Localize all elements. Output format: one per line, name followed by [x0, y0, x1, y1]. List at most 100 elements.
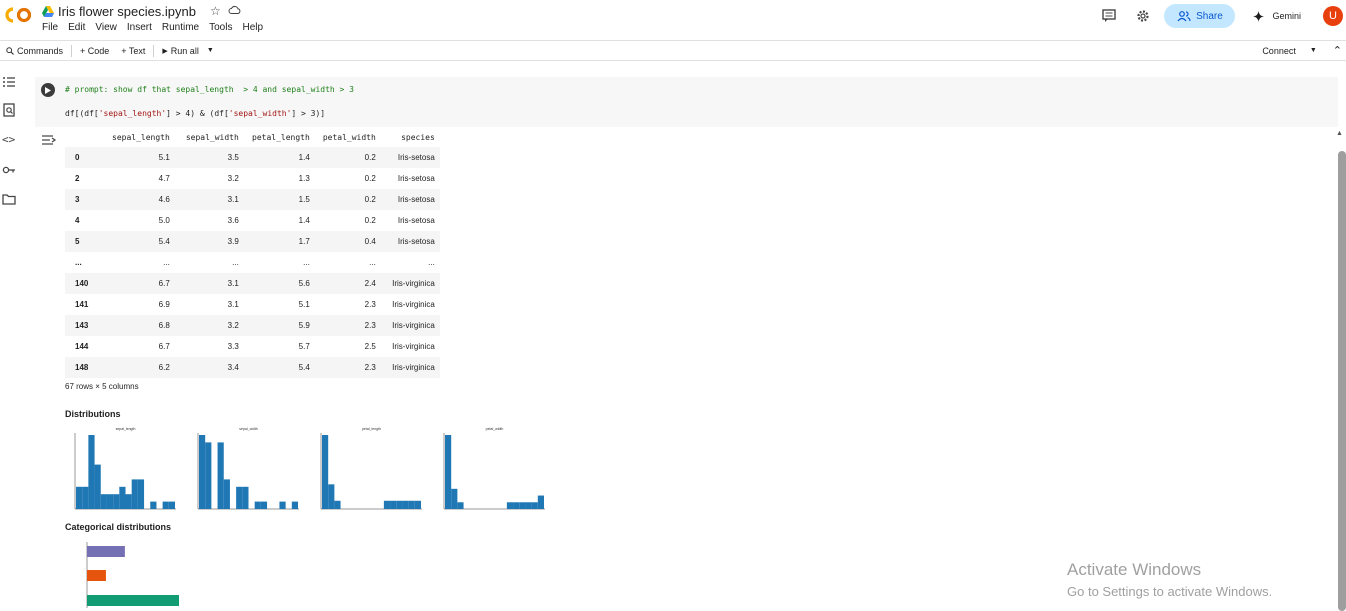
- species-bar: [87, 570, 106, 581]
- chevron-down-icon[interactable]: ▼: [207, 47, 214, 54]
- run-all-label: Run all: [170, 45, 199, 56]
- histogram-bar: [236, 486, 243, 509]
- add-code-button[interactable]: + Code: [74, 46, 115, 56]
- connect-button[interactable]: Connect: [1262, 46, 1296, 56]
- vertical-scrollbar[interactable]: ▲: [1336, 130, 1346, 611]
- find-replace-icon[interactable]: [2, 103, 16, 117]
- table-row: 140 6.7 3.1 5.6 2.4 Iris-virginica: [65, 273, 440, 294]
- star-icon[interactable]: ☆: [210, 4, 221, 18]
- table-cell: ...: [369, 258, 376, 267]
- menu-runtime[interactable]: Runtime: [162, 22, 199, 33]
- histogram-sepal-length[interactable]: sepal_length: [65, 425, 178, 516]
- table-cell: 0.2: [364, 153, 376, 162]
- histogram-bar: [525, 502, 532, 509]
- chevron-down-icon[interactable]: ▼: [1310, 47, 1317, 54]
- avatar[interactable]: U: [1323, 6, 1343, 26]
- categorical-distributions-title: Categorical distributions: [65, 522, 172, 532]
- histogram-title: petal_length: [362, 427, 381, 431]
- share-people-icon: [1177, 10, 1191, 21]
- search-icon: [6, 46, 14, 55]
- histogram-petal-width[interactable]: petal_width: [434, 425, 547, 516]
- histogram-axis: [443, 433, 545, 510]
- menu-tools[interactable]: Tools: [209, 22, 232, 33]
- row-index: 3: [75, 195, 80, 204]
- column-header: species: [401, 132, 435, 142]
- colab-logo[interactable]: [5, 6, 33, 24]
- menu-file[interactable]: File: [42, 22, 58, 33]
- table-cell: 5.9: [298, 321, 310, 330]
- output-actions-icon[interactable]: [41, 133, 57, 147]
- table-cell: 0.2: [364, 216, 376, 225]
- row-index: 4: [75, 216, 80, 225]
- histogram-petal-length[interactable]: petal_length: [311, 425, 424, 516]
- table-row: 143 6.8 3.2 5.9 2.3 Iris-virginica: [65, 315, 440, 336]
- gemini-button[interactable]: Gemini: [1253, 10, 1301, 22]
- table-cell: ...: [163, 258, 170, 267]
- table-cell: 1.7: [298, 237, 310, 246]
- table-cell: 1.5: [298, 195, 310, 204]
- table-cell: Iris-setosa: [397, 174, 435, 183]
- histogram-bar: [408, 500, 415, 509]
- add-text-button[interactable]: + Text: [115, 46, 151, 56]
- table-cell: Iris-virginica: [392, 279, 435, 288]
- table-cell: 3.6: [227, 216, 239, 225]
- histogram-bar: [82, 486, 89, 509]
- menu-insert[interactable]: Insert: [127, 22, 152, 33]
- gear-icon[interactable]: [1132, 5, 1154, 27]
- menu-edit[interactable]: Edit: [68, 22, 85, 33]
- histogram-title: petal_width: [486, 427, 504, 431]
- table-cell: 3.2: [227, 321, 239, 330]
- activate-title: Activate Windows: [1067, 560, 1202, 579]
- histogram-bar: [291, 501, 298, 509]
- code-string: 'sepal_length': [98, 109, 167, 118]
- histogram-bar: [217, 442, 224, 509]
- run-cell-button[interactable]: [41, 83, 55, 97]
- share-button[interactable]: Share: [1164, 4, 1236, 28]
- histogram-bar: [150, 501, 157, 509]
- table-cell: ...: [303, 258, 310, 267]
- histogram-title: sepal_width: [239, 427, 258, 431]
- code-token: ] > 4) & (df[: [166, 109, 229, 118]
- folder-icon[interactable]: [2, 192, 16, 206]
- table-of-contents-icon[interactable]: [2, 75, 16, 89]
- table-row: 5 5.4 3.9 1.7 0.4 Iris-setosa: [65, 231, 440, 252]
- table-cell: 3.5: [227, 153, 239, 162]
- activate-subtitle: Go to Settings to activate Windows.: [1067, 584, 1273, 599]
- row-index: 140: [75, 279, 89, 288]
- key-icon[interactable]: [2, 163, 16, 177]
- play-icon: [45, 86, 51, 94]
- run-all-button[interactable]: ▶ Run all ▼: [156, 46, 219, 56]
- table-cell: 5.1: [158, 153, 170, 162]
- chevron-up-icon[interactable]: ⌃: [1333, 44, 1342, 57]
- scrollbar-thumb[interactable]: [1338, 151, 1346, 611]
- play-icon: ▶: [162, 47, 168, 55]
- histogram-sepal-width[interactable]: sepal_width: [188, 425, 301, 516]
- histogram-title: sepal_length: [116, 427, 136, 431]
- comment-icon[interactable]: [1098, 5, 1120, 27]
- histogram-bar: [100, 494, 107, 509]
- table-cell: Iris-setosa: [397, 195, 435, 204]
- row-index: 141: [75, 300, 89, 309]
- histogram-bar: [223, 479, 230, 509]
- histogram-bar: [334, 500, 341, 509]
- table-cell: 2.3: [364, 321, 376, 330]
- table-cell: 3.1: [227, 279, 239, 288]
- table-header-row: sepal_length sepal_width petal_length pe…: [65, 127, 440, 147]
- commands-button[interactable]: Commands: [0, 46, 69, 56]
- table-cell: 5.6: [298, 279, 310, 288]
- cloud-icon[interactable]: [228, 4, 241, 15]
- left-sidebar: <>: [0, 61, 20, 610]
- table-cell: 0.2: [364, 195, 376, 204]
- menu-view[interactable]: View: [95, 22, 117, 33]
- notebook-title[interactable]: Iris flower species.ipynb: [58, 4, 196, 19]
- histogram-bar: [205, 442, 212, 509]
- table-cell: 6.9: [158, 300, 170, 309]
- column-header: sepal_width: [185, 132, 239, 142]
- table-cell: 3.1: [227, 300, 239, 309]
- species-bar-chart[interactable]: [65, 540, 205, 610]
- table-cell: 4.6: [158, 195, 170, 204]
- scroll-up-arrow[interactable]: ▲: [1336, 130, 1343, 137]
- share-label: Share: [1196, 10, 1223, 22]
- code-snippets-icon[interactable]: <>: [2, 133, 16, 147]
- menu-help[interactable]: Help: [242, 22, 263, 33]
